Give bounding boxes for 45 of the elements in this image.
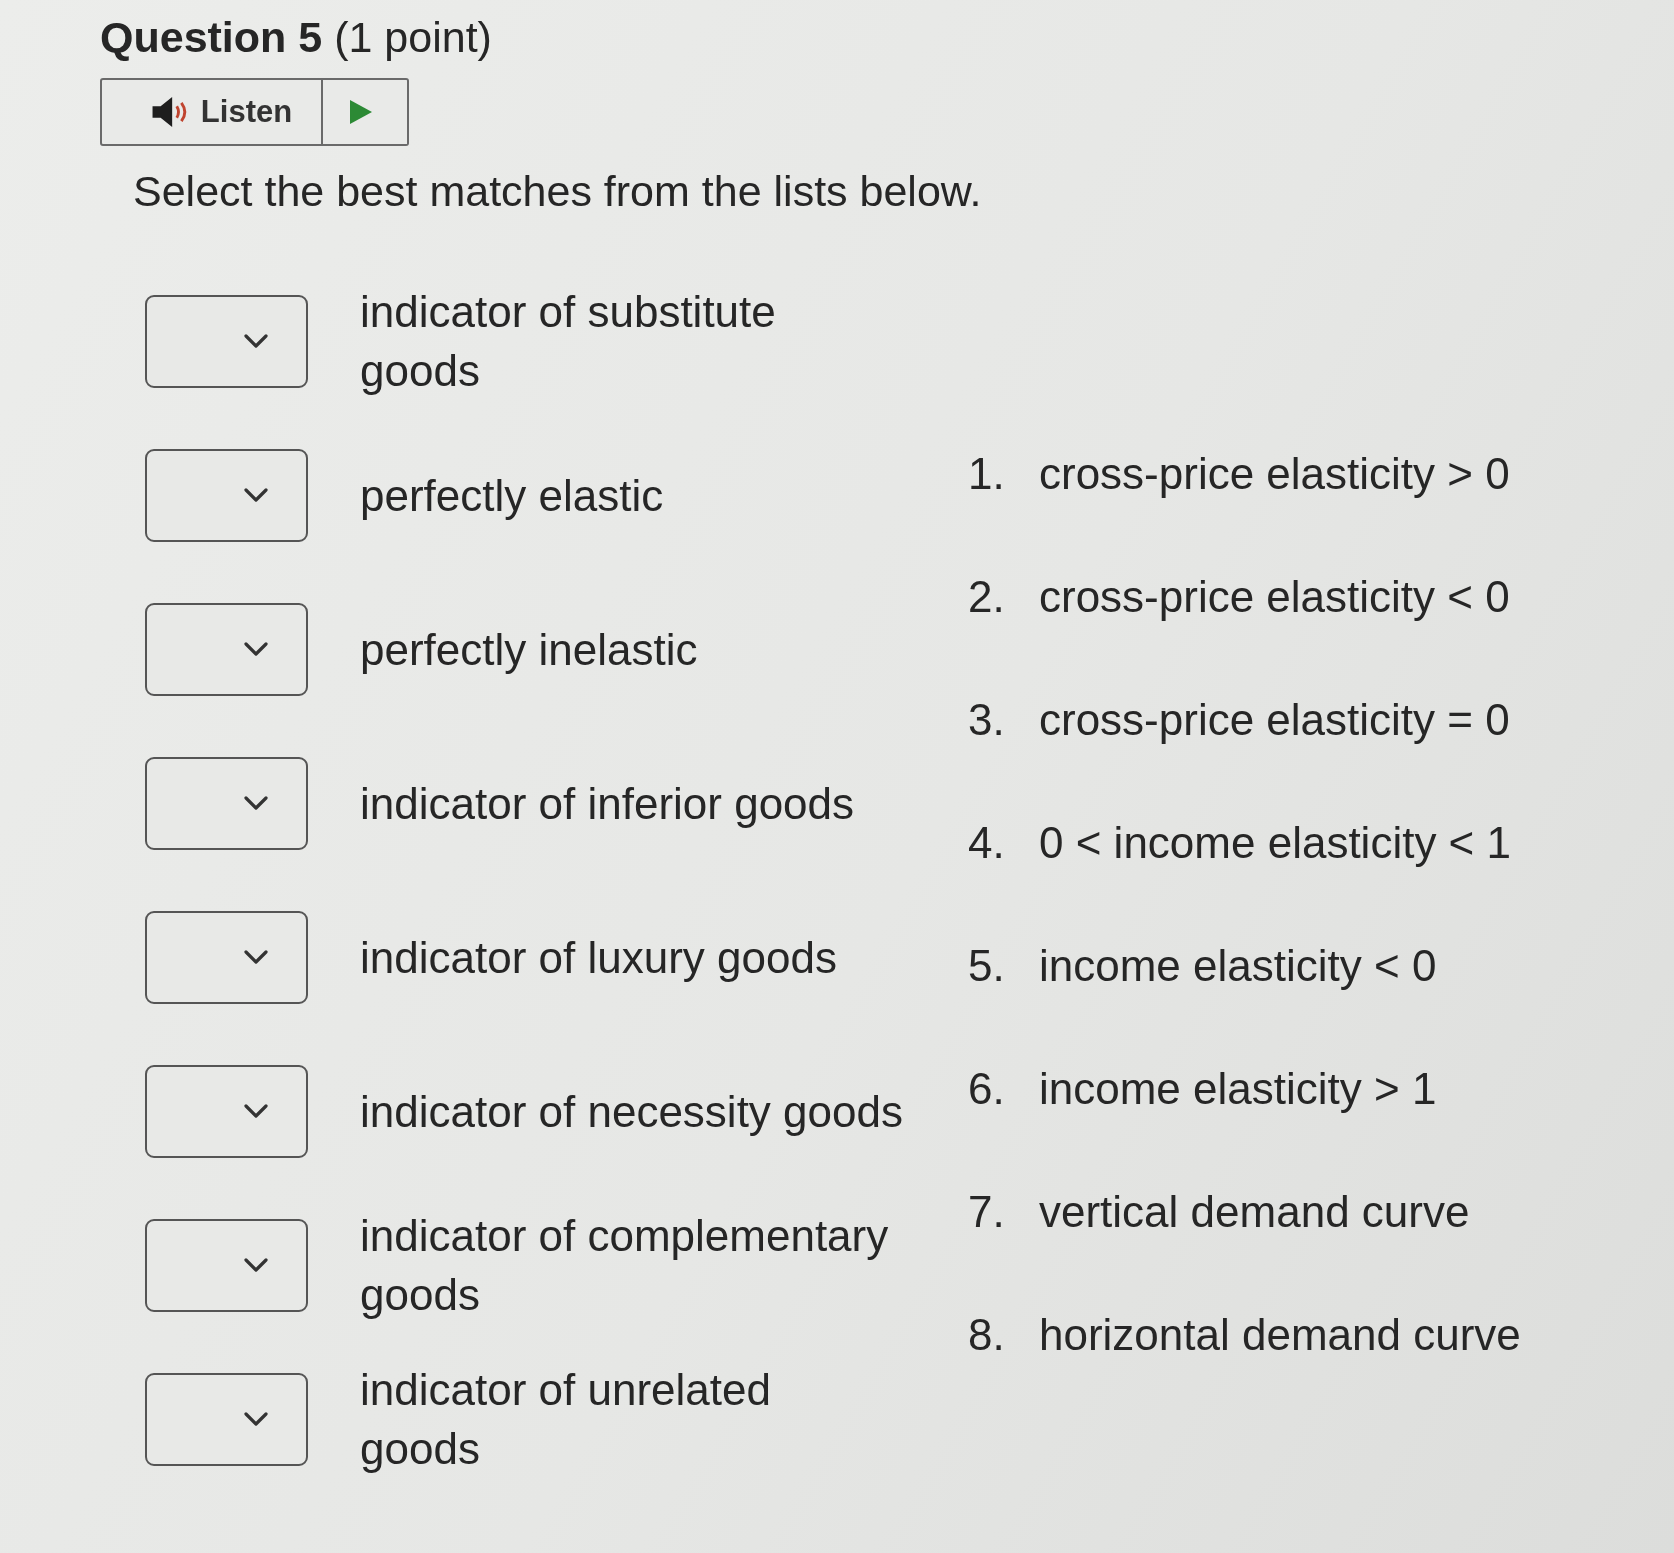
answer-dropdown[interactable] xyxy=(145,448,308,542)
option-text: cross-price elasticity < 0 xyxy=(1039,571,1510,622)
option-number: 3. xyxy=(968,694,1006,745)
option-number: 5. xyxy=(968,940,1006,991)
match-label: perfectly inelastic xyxy=(360,623,699,676)
chevron-down-icon xyxy=(244,796,268,810)
option-number: 6. xyxy=(968,1063,1006,1114)
option-number: 4. xyxy=(968,817,1006,868)
option-number: 8. xyxy=(968,1309,1006,1360)
chevron-down-icon xyxy=(244,1104,268,1118)
chevron-down-icon xyxy=(244,950,268,964)
answer-dropdown[interactable] xyxy=(145,910,308,1004)
option-number: 2. xyxy=(968,571,1006,622)
option-text: cross-price elasticity > 0 xyxy=(1039,448,1510,499)
answer-dropdown[interactable] xyxy=(145,1218,308,1312)
match-label: indicator of inferior goods xyxy=(360,777,856,830)
option-number: 1. xyxy=(968,448,1006,499)
match-label: indicator of luxury goods xyxy=(360,931,838,984)
match-label: indicator of substitute goods xyxy=(360,286,777,397)
listen-button[interactable]: Listen xyxy=(100,78,323,146)
chevron-down-icon xyxy=(244,1412,268,1426)
match-label: indicator of unrelated goods xyxy=(360,1364,772,1475)
match-label: indicator of necessity goods xyxy=(360,1085,904,1138)
play-button[interactable] xyxy=(323,78,409,146)
question-title: Question 5 (1 point) xyxy=(100,12,492,62)
chevron-down-icon xyxy=(244,334,268,348)
answer-dropdown[interactable] xyxy=(145,602,308,696)
option-text: horizontal demand curve xyxy=(1039,1309,1521,1360)
option-text: 0 < income elasticity < 1 xyxy=(1039,817,1511,868)
chevron-down-icon xyxy=(244,1258,268,1272)
chevron-down-icon xyxy=(244,642,268,656)
option-text: vertical demand curve xyxy=(1039,1186,1470,1237)
answer-dropdown[interactable] xyxy=(145,294,308,388)
option-text: income elasticity > 1 xyxy=(1039,1063,1437,1114)
chevron-down-icon xyxy=(244,488,268,502)
answer-dropdown[interactable] xyxy=(145,1372,308,1466)
instruction-text: Select the best matches from the lists below. xyxy=(133,166,982,216)
answer-dropdown[interactable] xyxy=(145,756,308,850)
match-label: indicator of complementary goods xyxy=(360,1210,890,1321)
answer-dropdown[interactable] xyxy=(145,1064,308,1158)
play-icon xyxy=(350,100,372,124)
match-label: perfectly elastic xyxy=(360,469,665,522)
option-text: cross-price elasticity = 0 xyxy=(1039,694,1510,745)
option-text: income elasticity < 0 xyxy=(1039,940,1437,991)
option-number: 7. xyxy=(968,1186,1006,1237)
